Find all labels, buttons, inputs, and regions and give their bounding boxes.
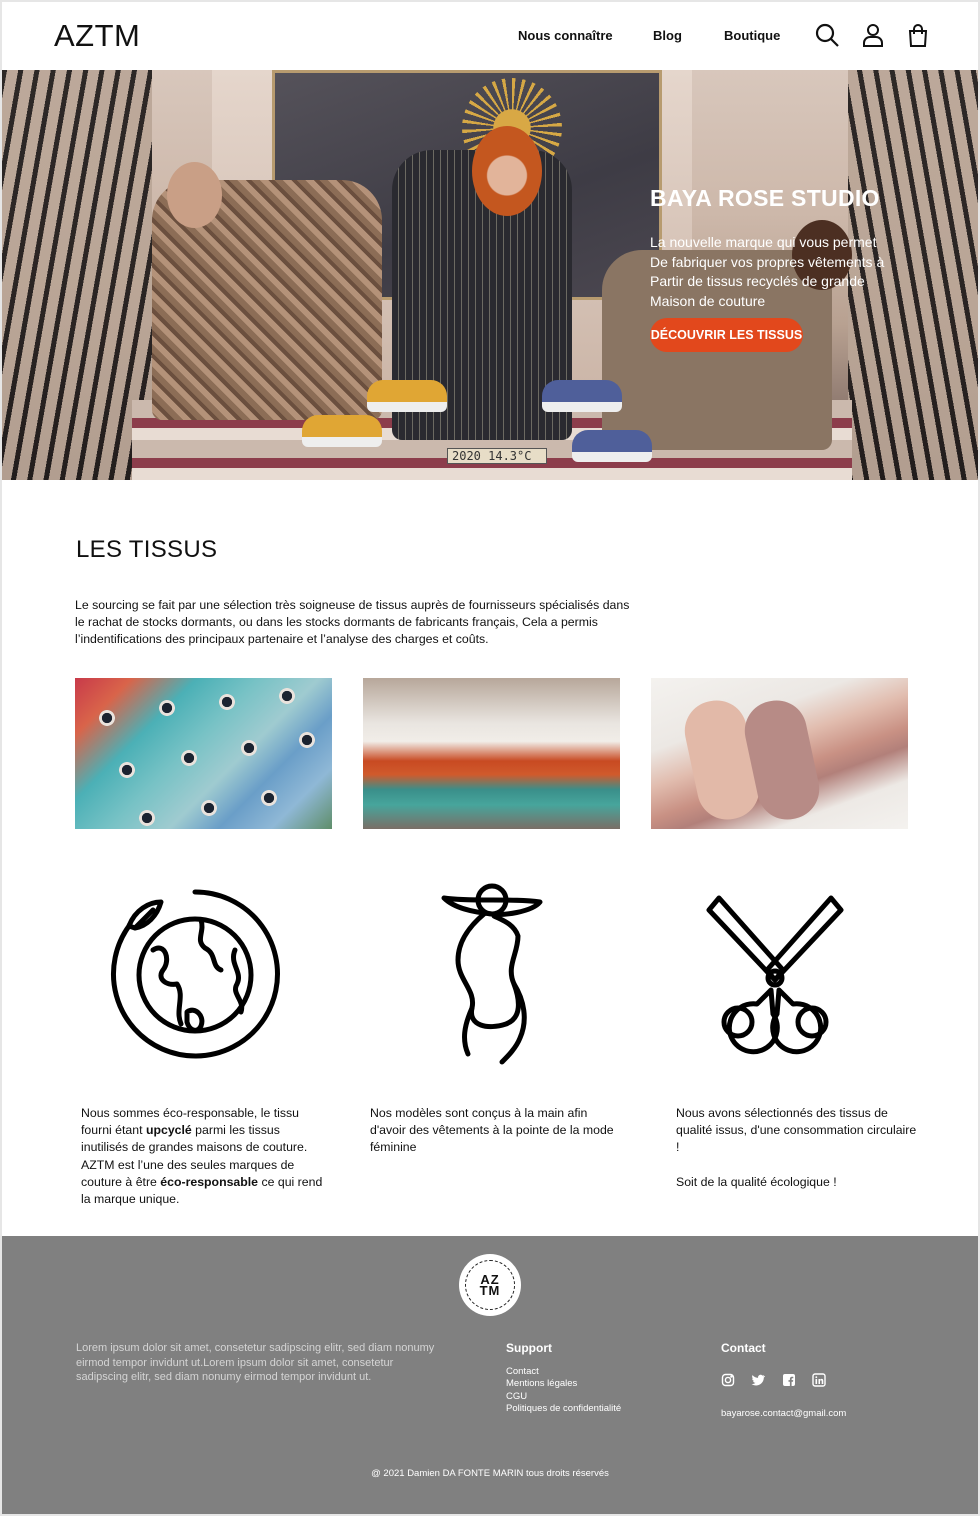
feature-line-part: parmi les tissus — [191, 1123, 280, 1138]
feature-line: couture à être éco-responsable ce qui re… — [81, 1174, 343, 1191]
rolled-fabrics-photo — [651, 678, 908, 829]
spool — [227, 726, 271, 770]
hero-text-line: La nouvelle marque qui vous permet — [650, 234, 877, 250]
spool — [247, 776, 291, 820]
hero-photo-shoe — [302, 415, 382, 447]
hero-title: BAYA ROSE STUDIO — [650, 185, 880, 211]
section-intro-line: le rachat de stocks dormants, ou dans le… — [75, 615, 598, 629]
linkedin-icon[interactable] — [812, 1373, 826, 1387]
nav-nous-connaitre[interactable]: Nous connaître — [518, 28, 613, 43]
feature-line: d'avoir des vêtements à la pointe de la … — [370, 1123, 614, 1138]
spools-of-thread-photo — [75, 678, 332, 829]
footer-link-contact[interactable]: Contact — [506, 1366, 621, 1378]
hero-banner: 2020 14.3°C BAYA ROSE STUDIO La nouvelle… — [2, 70, 978, 480]
section-intro-line: l’indentifications des principaux parten… — [75, 632, 489, 646]
discover-fabrics-button[interactable]: DÉCOUVRIR LES TISSUS — [650, 318, 803, 352]
footer-logo-ring — [465, 1260, 515, 1310]
hero-photo-railing-left — [2, 70, 152, 480]
footer-support-title: Support — [506, 1341, 552, 1355]
footer-email[interactable]: bayarose.contact@gmail.com — [721, 1408, 846, 1419]
feature-line: AZTM est l’une des seules marques de — [81, 1157, 295, 1172]
spool — [285, 718, 329, 762]
twitter-icon[interactable] — [751, 1373, 766, 1387]
user-icon[interactable] — [860, 22, 886, 48]
site-logo[interactable]: AZTM — [54, 18, 140, 54]
feature-line: la marque unique. — [81, 1192, 180, 1207]
hero-photo-sign: 2020 14.3°C — [447, 448, 547, 464]
site-footer: AZ TM Lorem ipsum dolor sit amet, conset… — [2, 1236, 978, 1514]
section-intro-line: Le sourcing se fait par une sélection tr… — [75, 598, 630, 612]
footer-description-line: sadipscing elitr, sed diam nonumy eirmod… — [76, 1371, 372, 1383]
spool — [187, 786, 231, 829]
feature-line: Nous avons sélectionnés des tissus de — [676, 1106, 888, 1120]
feature-line: fourni étant upcyclé parmi les tissus — [81, 1122, 343, 1139]
footer-contact-title: Contact — [721, 1341, 766, 1355]
feature-line: Soit de la qualité écologique ! — [676, 1174, 837, 1189]
spool — [205, 680, 249, 724]
hero-text-line: Maison de couture — [650, 292, 766, 309]
spool — [85, 696, 129, 740]
footer-description: Lorem ipsum dolor sit amet, consetetur s… — [76, 1341, 476, 1385]
spool — [145, 686, 189, 730]
hero-text-line: Partir de tissus recyclés de grande — [650, 273, 865, 289]
section-intro: Le sourcing se fait par une sélection tr… — [75, 597, 685, 648]
spool — [265, 678, 309, 718]
nav-blog[interactable]: Blog — [653, 28, 682, 43]
site-header: AZTM Nous connaître Blog Boutique — [2, 2, 978, 70]
feature-line-bold: upcyclé — [145, 1123, 192, 1138]
fashion-figure-icon — [402, 880, 582, 1065]
hero-photo-shoe — [367, 380, 447, 412]
footer-link-cgu[interactable]: CGU — [506, 1391, 621, 1403]
feature-line-part: couture à être — [81, 1174, 161, 1189]
feature-line: Nos modèles sont conçus à la main afin — [370, 1106, 588, 1120]
feature-line-part: fourni étant — [81, 1123, 146, 1138]
nav-boutique[interactable]: Boutique — [724, 28, 780, 43]
footer-description-line: eirmod tempor invidunt ut.Lorem ipsum do… — [76, 1356, 394, 1369]
feature-text-handmade: Nos modèles sont conçus à la main afin d… — [370, 1105, 640, 1157]
feature-text-eco: Nous sommes éco-responsable, le tissu fo… — [81, 1105, 343, 1208]
footer-link-confidentialite[interactable]: Politiques de confidentialité — [506, 1403, 621, 1415]
scissors-icon — [685, 880, 865, 1065]
feature-line: qualité issus, d'une consommation circul… — [676, 1123, 917, 1138]
instagram-icon[interactable] — [721, 1373, 735, 1387]
shopping-bag-icon[interactable] — [905, 22, 931, 48]
hero-text-line: De fabriquer vos propres vêtements à — [650, 253, 885, 270]
hero-photo-shoe — [542, 380, 622, 412]
fabric-cutting-table-photo — [363, 678, 620, 829]
page: AZTM Nous connaître Blog Boutique 2020 1… — [0, 0, 980, 1516]
hero-photo-model-1-head — [167, 162, 222, 228]
spool — [125, 796, 169, 829]
feature-line: Nous sommes éco-responsable, le tissu — [81, 1106, 300, 1120]
feature-line-blank — [676, 1157, 946, 1174]
eco-earth-icon — [105, 880, 285, 1065]
feature-text-quality: Nous avons sélectionnés des tissus de qu… — [676, 1105, 946, 1191]
footer-copyright: @ 2021 Damien DA FONTE MARIN tous droits… — [371, 1468, 609, 1479]
footer-logo[interactable]: AZ TM — [459, 1254, 521, 1316]
section-title: LES TISSUS — [76, 536, 218, 563]
search-icon[interactable] — [814, 22, 840, 48]
feature-line: féminine — [370, 1140, 417, 1155]
feature-line: inutilisés de grandes maisons de couture… — [81, 1140, 308, 1155]
footer-description-line: Lorem ipsum dolor sit amet, consetetur s… — [76, 1342, 435, 1354]
hero-photo-model-2-head — [472, 126, 542, 216]
feature-line-bold: éco-responsable — [160, 1174, 259, 1189]
footer-support-links: Contact Mentions légales CGU Politiques … — [506, 1366, 621, 1415]
facebook-icon[interactable] — [782, 1373, 796, 1387]
spool — [105, 748, 149, 792]
feature-line-part: ce qui rend — [258, 1174, 323, 1189]
footer-link-mentions-legales[interactable]: Mentions légales — [506, 1378, 621, 1390]
hero-text: La nouvelle marque qui vous permet De fa… — [650, 233, 920, 311]
feature-line: ! — [676, 1140, 680, 1155]
hero-photo-shoe — [572, 430, 652, 462]
spool — [167, 736, 211, 780]
